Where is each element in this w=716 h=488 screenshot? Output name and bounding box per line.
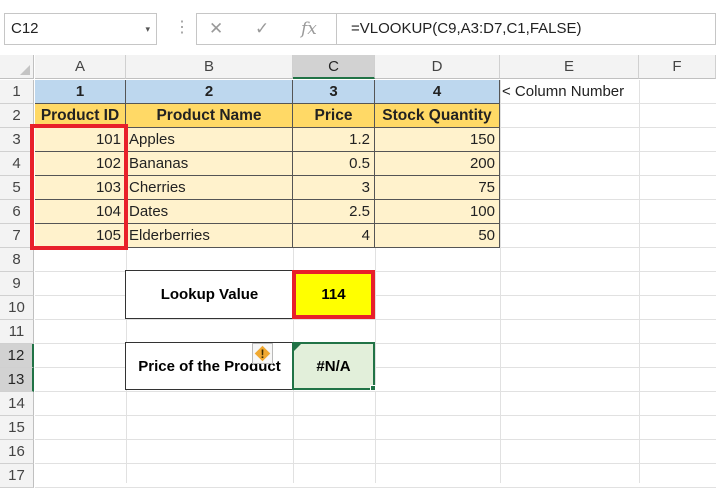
cell-price[interactable]: 1.2: [293, 128, 375, 152]
row-header-6[interactable]: 6: [0, 200, 34, 224]
row-header-9[interactable]: 9: [0, 272, 34, 296]
gridline: [35, 415, 716, 416]
cell-product-name[interactable]: Apples: [126, 128, 293, 152]
cell-price[interactable]: 4: [293, 224, 375, 248]
row-header-11[interactable]: 11: [0, 320, 34, 344]
lookup-value-label[interactable]: Lookup Value: [125, 270, 294, 319]
formula-bar-resize-handle[interactable]: ⋮: [174, 18, 190, 38]
gridline: [35, 319, 716, 320]
col-number-1[interactable]: 1: [35, 80, 126, 104]
column-header-c[interactable]: C: [293, 55, 375, 79]
row-header-1[interactable]: 1: [0, 80, 34, 104]
cell-stock-quantity[interactable]: 150: [375, 128, 500, 152]
cell-product-name[interactable]: Elderberries: [126, 224, 293, 248]
cancel-icon[interactable]: ✕: [209, 14, 223, 44]
result-cell[interactable]: #N/A: [292, 342, 375, 390]
col-number-4[interactable]: 4: [375, 80, 500, 104]
column-number-note[interactable]: < Column Number: [502, 80, 624, 104]
row-header-10[interactable]: 10: [0, 296, 34, 320]
name-box[interactable]: C12 ▾: [4, 13, 157, 45]
gridline: [35, 439, 716, 440]
cell-product-name[interactable]: Dates: [126, 200, 293, 224]
fill-handle[interactable]: [370, 385, 376, 391]
row-header-4[interactable]: 4: [0, 152, 34, 176]
error-checking-button[interactable]: !: [252, 343, 273, 364]
cell-stock-quantity[interactable]: 75: [375, 176, 500, 200]
row-header-2[interactable]: 2: [0, 104, 34, 128]
column-header-e[interactable]: E: [500, 55, 639, 79]
lookup-value-cell[interactable]: 114: [292, 270, 375, 319]
cell-price[interactable]: 3: [293, 176, 375, 200]
cell-stock-quantity[interactable]: 100: [375, 200, 500, 224]
cell-stock-quantity[interactable]: 200: [375, 152, 500, 176]
header-product-name[interactable]: Product Name: [126, 104, 293, 128]
row-header-8[interactable]: 8: [0, 248, 34, 272]
column-header-a[interactable]: A: [35, 55, 126, 79]
row-header-3[interactable]: 3: [0, 128, 34, 152]
row-header-12[interactable]: 12: [0, 344, 34, 368]
select-all-button[interactable]: [0, 55, 34, 79]
row-header-5[interactable]: 5: [0, 176, 34, 200]
header-stock-quantity[interactable]: Stock Quantity: [375, 104, 500, 128]
product-id-highlight-box: [30, 124, 128, 250]
gridline: [35, 391, 716, 392]
row-header-7[interactable]: 7: [0, 224, 34, 248]
cell-product-name[interactable]: Bananas: [126, 152, 293, 176]
col-number-3[interactable]: 3: [293, 80, 375, 104]
row-header-13[interactable]: 13: [0, 368, 34, 392]
gridline: [639, 80, 640, 483]
row-header-17[interactable]: 17: [0, 464, 34, 488]
col-number-2[interactable]: 2: [126, 80, 293, 104]
insert-function-icon[interactable]: fx: [301, 14, 317, 44]
chevron-down-icon[interactable]: ▾: [145, 14, 150, 44]
error-indicator-triangle: [294, 344, 301, 351]
column-header-d[interactable]: D: [375, 55, 500, 79]
cell-price[interactable]: 2.5: [293, 200, 375, 224]
header-price[interactable]: Price: [293, 104, 375, 128]
name-box-value: C12: [11, 20, 39, 37]
warning-icon-glyph: !: [260, 347, 265, 361]
result-value: #N/A: [316, 357, 351, 375]
cell-stock-quantity[interactable]: 50: [375, 224, 500, 248]
row-header-16[interactable]: 16: [0, 440, 34, 464]
gridline: [500, 80, 501, 483]
formula-buttons: ✕ ✓ fx: [196, 13, 337, 45]
column-header-b[interactable]: B: [126, 55, 293, 79]
cell-price[interactable]: 0.5: [293, 152, 375, 176]
cell-product-name[interactable]: Cherries: [126, 176, 293, 200]
column-header-f[interactable]: F: [639, 55, 716, 79]
check-icon[interactable]: ✓: [255, 14, 269, 44]
formula-input[interactable]: =VLOOKUP(C9,A3:D7,C1,FALSE): [337, 13, 716, 45]
row-header-14[interactable]: 14: [0, 392, 34, 416]
gridline: [35, 463, 716, 464]
row-header-15[interactable]: 15: [0, 416, 34, 440]
